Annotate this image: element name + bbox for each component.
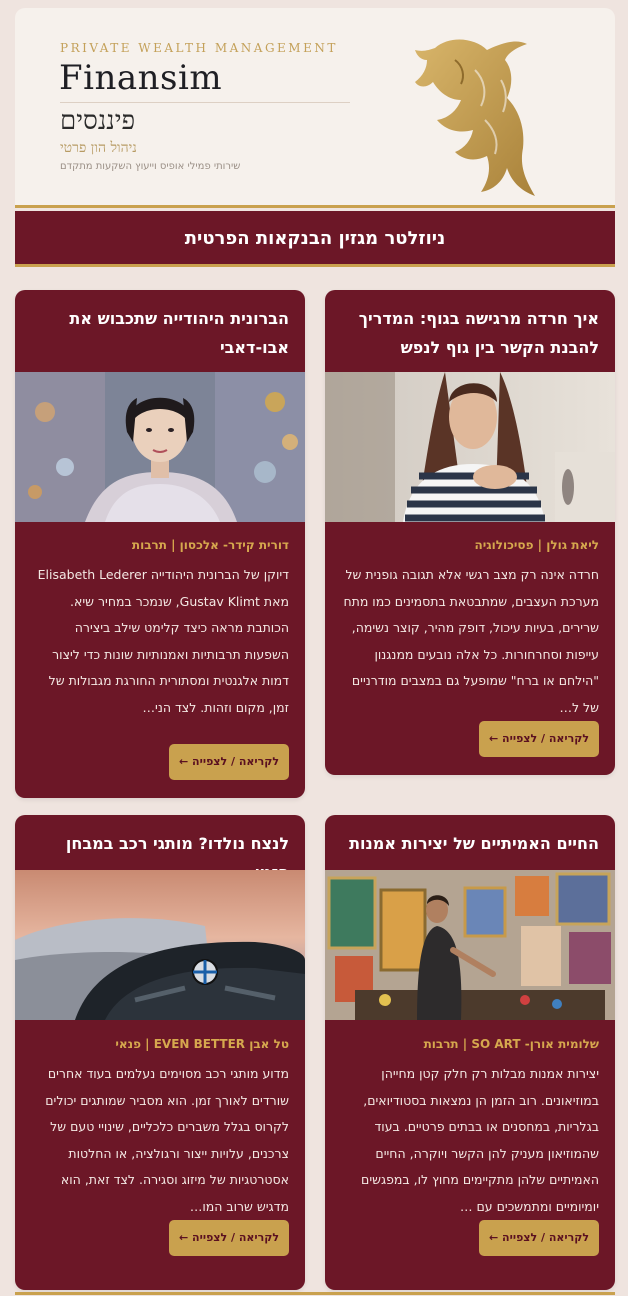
read-more-button[interactable]: לקריאה / לצפייה ← — [479, 721, 599, 757]
article-meta: דורית קידר- אלכסון | תרבות — [131, 538, 289, 552]
article-title[interactable]: איך חרדה מרגישה בגוף: המדריך להבנת הקשר … — [341, 304, 599, 362]
article-meta: ליאת גולן | פסיכולוגיה — [474, 538, 599, 552]
article-excerpt: יצירות אמנות מבלות רק חלק קטן מחייהן במו… — [361, 1066, 599, 1214]
brand-name: Finansim — [59, 58, 223, 98]
article-meta: שלומית אורן- SO ART | תרבות — [423, 1037, 599, 1051]
brand-name-he: פיננסים — [60, 106, 136, 136]
article-card: החיים האמיתיים של יצירות אמנות שלומית או… — [325, 815, 615, 1290]
brand-subtitle-he: ניהול הון פרטי — [60, 140, 137, 156]
woman-anxiety-photo[interactable] — [325, 372, 615, 522]
tagline-en: PRIVATE WEALTH MANAGEMENT — [60, 41, 338, 55]
article-excerpt: חרדה אינה רק מצב רגשי אלא תגובה גופנית ש… — [343, 567, 599, 715]
klimt-portrait-painting[interactable] — [15, 372, 305, 522]
newsletter-banner: ניוזלטר מגזין הבנקאות הפרטית — [15, 211, 615, 267]
article-card: איך חרדה מרגישה בגוף: המדריך להבנת הקשר … — [325, 290, 615, 775]
article-excerpt: דיוקן של הברונית היהודייה Elisabeth Lede… — [37, 567, 289, 715]
footer-divider — [15, 1292, 615, 1295]
article-excerpt: מדוע מותגי רכב מסוימים נעלמים בעוד אחרים… — [45, 1066, 289, 1214]
article-title[interactable]: הברונית היהודייה שתכבוש את אבו-דאבי — [31, 304, 289, 362]
article-card: לנצח נולדו? מותגי רכב במבחן הזמן טל אבן … — [15, 815, 305, 1290]
article-meta: טל אבן EVEN BETTER | פנאי — [115, 1037, 289, 1051]
artist-studio-photo[interactable] — [325, 870, 615, 1020]
bmw-car-photo[interactable] — [15, 870, 305, 1020]
read-more-button[interactable]: לקריאה / לצפייה ← — [169, 1220, 289, 1256]
header: PRIVATE WEALTH MANAGEMENT Finansim פיננס… — [15, 8, 615, 208]
read-more-button[interactable]: לקריאה / לצפייה ← — [479, 1220, 599, 1256]
read-more-button[interactable]: לקריאה / לצפייה ← — [169, 744, 289, 780]
article-title[interactable]: החיים האמיתיים של יצירות אמנות — [341, 829, 599, 858]
bull-logo-icon — [415, 39, 535, 197]
brand-description-he: שירותי פמילי אופיס וייעוץ השקעות מתקדם — [60, 161, 241, 172]
header-divider — [60, 102, 350, 103]
article-card: הברונית היהודייה שתכבוש את אבו-דאבי דורי… — [15, 290, 305, 798]
